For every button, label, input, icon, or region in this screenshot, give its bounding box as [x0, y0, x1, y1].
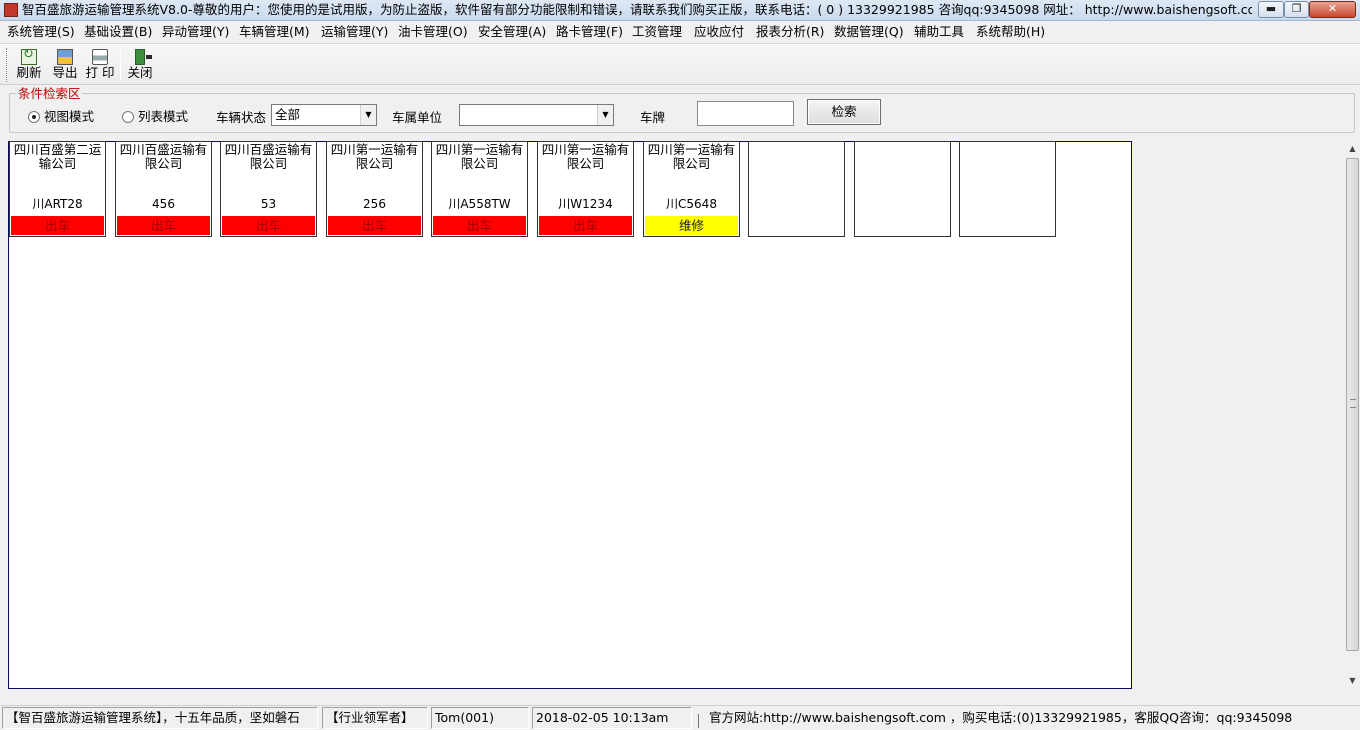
close-label: 关闭	[127, 65, 153, 80]
vehicle-plate: 川A558TW	[448, 197, 511, 211]
chevron-down-icon[interactable]: ▼	[360, 105, 376, 125]
vehicle-status-value: 全部	[275, 107, 301, 122]
status-leader: 【行业领军者】	[322, 707, 428, 729]
app-icon	[4, 3, 18, 17]
menu-receivable-payable[interactable]: 应收应付	[693, 23, 745, 41]
list-mode-radio[interactable]: 列表模式	[122, 106, 188, 125]
vehicle-status: 出车	[433, 216, 526, 235]
menu-bar: 系统管理(S) 基础设置(B) 异动管理(Y) 车辆管理(M) 运输管理(Y) …	[0, 21, 1360, 42]
scrollbar-thumb[interactable]	[1346, 158, 1359, 651]
chevron-down-icon[interactable]: ▼	[597, 105, 613, 125]
vehicle-status: 出车	[222, 216, 315, 235]
minimize-button[interactable]: ▬	[1258, 1, 1284, 18]
search-legend: 条件检索区	[17, 86, 82, 101]
view-mode-label: 视图模式	[44, 109, 95, 124]
menu-change-management[interactable]: 异动管理(Y)	[161, 23, 230, 41]
unit-select[interactable]: ▼	[459, 104, 614, 126]
radio-unselected-icon	[122, 111, 134, 123]
vehicle-card[interactable]: 四川第一运输有限公司 川A558TW 出车	[431, 141, 528, 237]
vehicle-status: 出车	[117, 216, 210, 235]
vehicle-company: 四川第一运输有限公司	[435, 143, 524, 171]
vehicle-company: 四川第一运输有限公司	[330, 143, 419, 171]
status-user: Tom(001)	[431, 707, 529, 729]
vehicle-card[interactable]: 四川第一运输有限公司 256 出车	[326, 141, 423, 237]
menu-help[interactable]: 系统帮助(H)	[975, 23, 1046, 41]
exit-door-icon	[135, 49, 152, 65]
vehicle-company: 四川第一运输有限公司	[647, 143, 736, 171]
vehicle-plate: 456	[152, 197, 175, 211]
vehicle-card-empty[interactable]	[959, 141, 1056, 237]
vehicle-status-label: 车辆状态	[216, 110, 267, 125]
status-separator	[698, 714, 699, 728]
menu-basic-settings[interactable]: 基础设置(B)	[83, 23, 153, 41]
vehicle-plate: 川W1234	[558, 197, 613, 211]
status-slogan: 【智百盛旅游运输管理系统】，十五年品质，坚如磐石	[2, 707, 318, 729]
refresh-button[interactable]: 刷新	[12, 47, 46, 83]
toolbar: 刷新 导出 打 印 关闭	[0, 43, 1360, 85]
toolbar-grip	[6, 48, 9, 82]
close-window-button[interactable]: ✕	[1309, 1, 1356, 18]
plate-label: 车牌	[640, 110, 666, 125]
menu-transport-management[interactable]: 运输管理(Y)	[320, 23, 389, 41]
print-label: 打 印	[85, 65, 115, 80]
vehicle-company: 四川百盛运输有限公司	[119, 143, 208, 171]
vehicle-status-select[interactable]: 全部 ▼	[271, 104, 377, 126]
vertical-scrollbar[interactable]: ▲ ▼	[1345, 141, 1360, 688]
vehicle-plate: 川ART28	[32, 197, 83, 211]
search-group-box	[9, 93, 1355, 133]
menu-reports[interactable]: 报表分析(R)	[755, 23, 825, 41]
vehicle-company	[962, 143, 1053, 173]
vehicle-plate: 256	[363, 197, 386, 211]
status-datetime: 2018-02-05 10:13am	[532, 707, 692, 729]
window-title: 智百盛旅游运输管理系统V8.0-尊敬的用户：您使用的是试用版，为防止盗版，软件留…	[22, 2, 1252, 17]
scroll-up-arrow-icon[interactable]: ▲	[1345, 141, 1360, 156]
vehicle-card[interactable]: 四川第一运输有限公司 川C5648 维修	[643, 141, 740, 237]
refresh-icon	[21, 47, 37, 65]
menu-salary[interactable]: 工资管理	[631, 23, 683, 41]
menu-road-card[interactable]: 路卡管理(F)	[555, 23, 624, 41]
menu-tools[interactable]: 辅助工具	[913, 23, 965, 41]
menu-data-management[interactable]: 数据管理(Q)	[833, 23, 905, 41]
print-button[interactable]: 打 印	[83, 47, 117, 83]
export-icon	[57, 49, 73, 65]
vehicle-card-empty[interactable]	[854, 141, 951, 237]
search-button[interactable]: 检索	[807, 99, 881, 125]
status-bar: 【智百盛旅游运输管理系统】，十五年品质，坚如磐石 【行业领军者】 Tom(001…	[0, 705, 1360, 730]
vehicle-card-empty[interactable]	[748, 141, 845, 237]
unit-label: 车属单位	[392, 110, 443, 125]
maximize-button[interactable]: ❐	[1284, 1, 1309, 18]
vehicle-company	[751, 143, 842, 173]
menu-system[interactable]: 系统管理(S)	[6, 23, 76, 41]
title-bar: 智百盛旅游运输管理系统V8.0-尊敬的用户：您使用的是试用版，为防止盗版，软件留…	[0, 0, 1360, 21]
vehicle-plate: 53	[260, 197, 277, 211]
vehicle-card[interactable]: 四川第一运输有限公司 川W1234 出车	[537, 141, 634, 237]
refresh-label: 刷新	[16, 65, 42, 80]
vehicle-status: 出车	[328, 216, 421, 235]
menu-vehicle-management[interactable]: 车辆管理(M)	[238, 23, 311, 41]
vehicle-plate: 川C5648	[666, 197, 717, 211]
vehicle-company: 四川百盛第二运输公司	[13, 143, 102, 171]
vehicle-company: 四川第一运输有限公司	[541, 143, 630, 171]
vehicle-card[interactable]: 四川百盛第二运输公司 川ART28 出车	[9, 141, 106, 237]
menu-safety[interactable]: 安全管理(A)	[477, 23, 547, 41]
toolbar-separator	[120, 50, 121, 80]
export-label: 导出	[52, 65, 78, 80]
plate-input[interactable]	[697, 101, 794, 126]
vehicle-card[interactable]: 四川百盛运输有限公司 456 出车	[115, 141, 212, 237]
radio-selected-icon	[28, 111, 40, 123]
vehicle-status: 维修	[645, 216, 738, 235]
list-mode-label: 列表模式	[138, 109, 189, 124]
vehicle-card[interactable]: 四川百盛运输有限公司 53 出车	[220, 141, 317, 237]
view-mode-radio[interactable]: 视图模式	[28, 106, 94, 125]
export-button[interactable]: 导出	[48, 47, 82, 83]
close-button[interactable]: 关闭	[123, 47, 157, 83]
status-contact: 官方网站:http://www.baishengsoft.com ，购买电话:(…	[709, 710, 1293, 725]
menu-fuel-card[interactable]: 油卡管理(O)	[397, 23, 469, 41]
scroll-down-arrow-icon[interactable]: ▼	[1345, 673, 1360, 688]
vehicle-status: 出车	[11, 216, 104, 235]
vehicle-company: 四川百盛运输有限公司	[224, 143, 313, 171]
printer-icon	[92, 49, 108, 65]
vehicle-company	[857, 143, 948, 173]
vehicle-status: 出车	[539, 216, 632, 235]
